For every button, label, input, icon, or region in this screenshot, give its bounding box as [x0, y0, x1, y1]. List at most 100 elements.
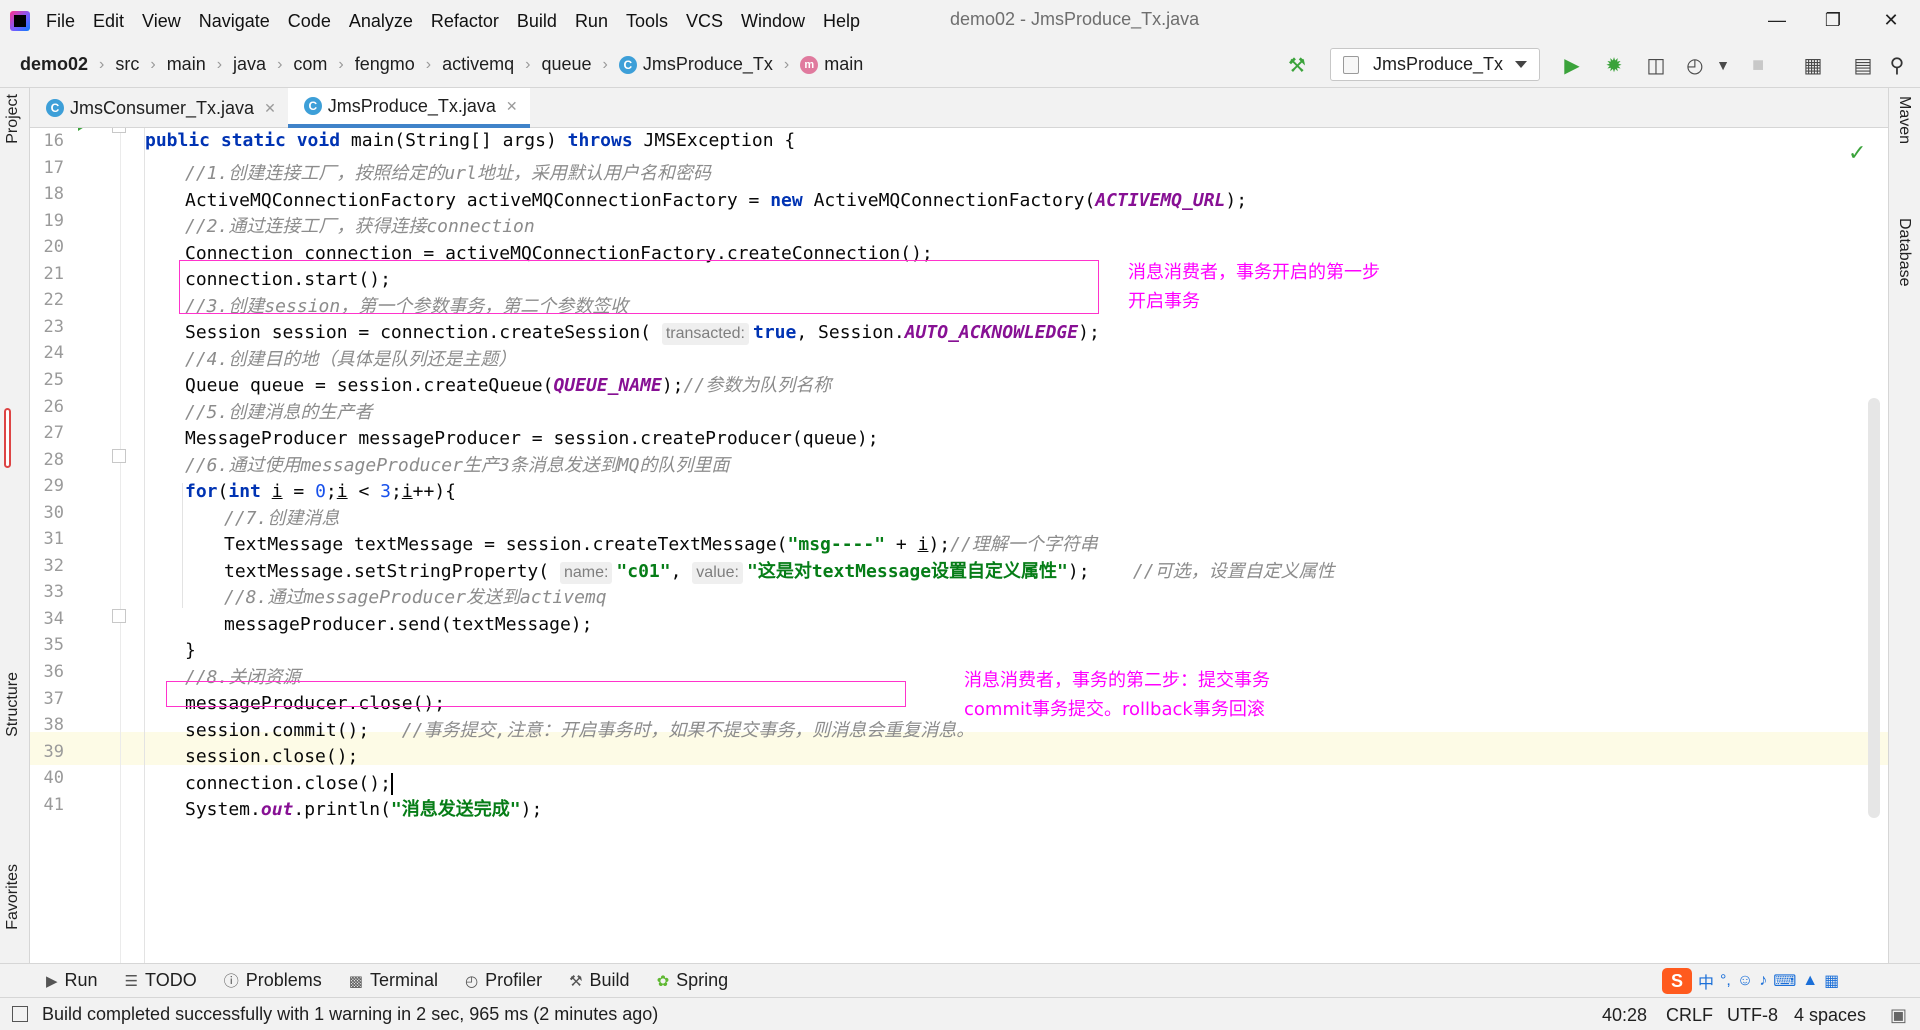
menu-bar: File Edit View Navigate Code Analyze Ref… [0, 0, 1920, 42]
file-encoding[interactable]: UTF-8 [1727, 1005, 1778, 1026]
menu-navigate[interactable]: Navigate [199, 11, 270, 32]
build-hammer-icon[interactable]: ⚒ [1284, 52, 1310, 78]
code-line-41: System.out.println("消息发送完成"); [185, 799, 543, 820]
skin-icon[interactable]: ▲ [1802, 972, 1818, 990]
tool-maven-label: Maven [1896, 96, 1913, 145]
menu-analyze[interactable]: Analyze [349, 11, 413, 32]
highlight-box-create-session [179, 260, 1099, 314]
chevron-down-icon [1515, 61, 1527, 68]
tool-structure[interactable]: Structure [4, 672, 22, 737]
tool-database[interactable]: Database [1895, 218, 1913, 287]
menu-run[interactable]: Run [575, 11, 608, 32]
annotation-line: 开启事务 [1128, 291, 1200, 312]
chevron-right-icon: › [783, 55, 790, 73]
menu-window[interactable]: Window [741, 11, 805, 32]
editor-scrollbar[interactable] [1868, 398, 1880, 818]
search-icon[interactable]: ⚲ [1884, 52, 1910, 78]
breadcrumb-src[interactable]: src [115, 54, 139, 75]
highlight-box-commit [166, 681, 906, 707]
tab-label: JmsConsumer_Tx.java [70, 97, 255, 118]
spring-leaf-icon: ✿ [656, 972, 670, 990]
project-structure-icon[interactable]: ▦ [1800, 52, 1826, 78]
chevron-right-icon: › [525, 55, 531, 73]
breadcrumb-java[interactable]: java [233, 54, 266, 75]
breadcrumb-project[interactable]: demo02 [20, 54, 88, 75]
toolbox-icon[interactable]: ▦ [1824, 971, 1839, 991]
list-icon: ☰ [124, 972, 139, 990]
tool-window-toggle-icon[interactable] [12, 1006, 28, 1022]
menu-tools[interactable]: Tools [626, 11, 668, 32]
breadcrumb-activemq[interactable]: activemq [442, 54, 514, 75]
indent-setting[interactable]: 4 spaces [1794, 1005, 1866, 1026]
breadcrumb-method[interactable]: m main [800, 54, 863, 75]
restore-icon[interactable]: ❐ [1818, 6, 1848, 34]
info-icon: ⓘ [223, 973, 239, 990]
chevron-right-icon: › [99, 55, 105, 73]
run-configuration-select[interactable]: JmsProduce_Tx [1330, 48, 1540, 81]
minimize-icon[interactable]: — [1762, 6, 1792, 34]
line-separator[interactable]: CRLF [1666, 1005, 1713, 1026]
terminal-icon: ▩ [348, 972, 363, 990]
close-window-icon[interactable]: ✕ [1876, 6, 1906, 34]
ime-punctuation[interactable]: °, [1720, 972, 1731, 990]
run-icon[interactable]: ▶ [1559, 52, 1585, 78]
toolwindow-todo[interactable]: ☰ TODO [125, 970, 197, 991]
ime-language[interactable]: 中 [1698, 969, 1714, 993]
toolwindow-terminal[interactable]: ▩ Terminal [349, 970, 438, 991]
menu-code[interactable]: Code [288, 11, 331, 32]
ime-toolbar: S 中 °, ☺ ♪ ⌨ ▲ ▦ [1662, 967, 1839, 995]
toolwindow-run[interactable]: ▶ Run [46, 970, 98, 991]
tool-project[interactable]: Project [4, 94, 22, 144]
toolwindow-build[interactable]: ⚒ Build [569, 970, 629, 991]
status-message[interactable]: Build completed successfully with 1 warn… [42, 1004, 658, 1025]
run-icon: ▶ [46, 972, 58, 990]
tool-favorites-label: Favorites [4, 864, 21, 930]
sogou-logo-icon[interactable]: S [1662, 968, 1692, 994]
coverage-icon[interactable]: ◫ [1643, 52, 1669, 78]
toolwindow-label: TODO [145, 970, 197, 990]
breadcrumb-main[interactable]: main [167, 54, 206, 75]
inspection-ok-icon[interactable]: ✓ [1848, 140, 1866, 166]
toolwindow-label: Problems [245, 970, 322, 990]
tab-jmsproduce-tx[interactable]: C JmsProduce_Tx.java ✕ [287, 88, 530, 128]
tool-database-label: Database [1896, 218, 1913, 287]
keyboard-icon[interactable]: ⌨ [1773, 971, 1796, 991]
toolwindow-spring[interactable]: ✿ Spring [657, 970, 729, 991]
tab-jmsconsumer-tx[interactable]: C JmsConsumer_Tx.java ✕ [30, 88, 288, 128]
menu-refactor[interactable]: Refactor [431, 11, 499, 32]
chevron-right-icon: › [338, 55, 344, 73]
chevron-right-icon: › [602, 55, 608, 73]
menu-vcs[interactable]: VCS [686, 11, 723, 32]
breadcrumb-fengmo[interactable]: fengmo [355, 54, 415, 75]
breadcrumb-queue[interactable]: queue [541, 54, 591, 75]
close-tab-icon[interactable]: ✕ [506, 98, 518, 115]
emoji-icon[interactable]: ☺ [1737, 972, 1753, 990]
lock-icon[interactable]: ▣ [1890, 1005, 1907, 1026]
toolwindow-problems[interactable]: ⓘ Problems [224, 970, 322, 991]
caret-position[interactable]: 40:28 [1602, 1005, 1647, 1026]
parameter-hint: transacted: [661, 323, 749, 345]
breadcrumb-com[interactable]: com [293, 54, 327, 75]
profile-icon[interactable]: ◴ [1682, 52, 1708, 78]
close-tab-icon[interactable]: ✕ [264, 100, 276, 117]
toggle-layout-icon[interactable]: ▤ [1850, 52, 1876, 78]
annotation-line: commit事务提交。rollback事务回滚 [964, 699, 1265, 720]
debug-icon[interactable]: ✹ [1601, 52, 1627, 78]
menu-file[interactable]: File [46, 11, 75, 32]
tool-maven[interactable]: Maven [1895, 96, 1913, 144]
microphone-icon[interactable]: ♪ [1759, 972, 1767, 990]
tool-favorites[interactable]: Favorites [4, 864, 22, 930]
right-tool-strip: Maven Database [1888, 88, 1920, 963]
menu-edit[interactable]: Edit [93, 11, 124, 32]
hammer-icon: ⚒ [569, 972, 583, 990]
stop-icon[interactable]: ■ [1745, 52, 1771, 78]
toolwindow-profiler[interactable]: ◴ Profiler [465, 970, 542, 991]
more-run-options-icon[interactable]: ▼ [1710, 52, 1736, 78]
menu-view[interactable]: View [142, 11, 181, 32]
left-tool-strip: Project Structure Favorites [0, 88, 30, 963]
breadcrumb-class[interactable]: C JmsProduce_Tx [618, 54, 773, 75]
annotation-line: 消息消费者，事务的第二步：提交事务 [964, 670, 1270, 691]
menu-help[interactable]: Help [823, 11, 860, 32]
menu-build[interactable]: Build [517, 11, 557, 32]
status-bar: Build completed successfully with 1 warn… [0, 997, 1920, 1030]
